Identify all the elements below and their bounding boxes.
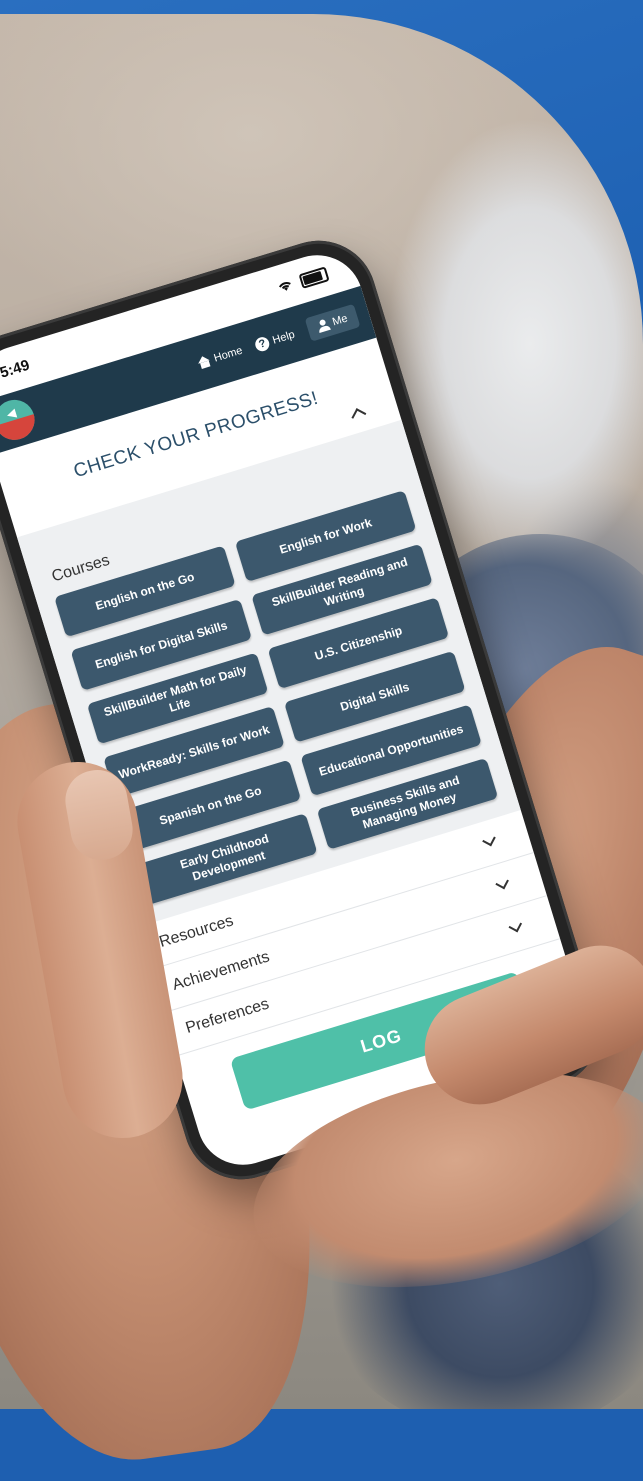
nav-help-label: Help xyxy=(271,328,297,347)
help-icon: ? xyxy=(253,335,272,353)
user-icon xyxy=(316,318,331,333)
app-logo[interactable]: ◀ xyxy=(0,394,40,445)
chevron-down-icon xyxy=(508,918,523,933)
chevron-up-icon[interactable] xyxy=(351,408,367,424)
preferences-label: Preferences xyxy=(183,995,272,1038)
nav-me-button[interactable]: Me xyxy=(304,303,361,342)
wifi-icon xyxy=(278,282,291,291)
status-icons xyxy=(275,265,330,296)
battery-icon xyxy=(298,265,330,289)
chevron-down-icon xyxy=(495,875,509,890)
home-icon xyxy=(196,354,212,369)
nav-help-link[interactable]: ? Help xyxy=(253,328,297,353)
nav-home-link[interactable]: Home xyxy=(196,345,244,370)
chevron-down-icon xyxy=(482,832,496,847)
resources-label: Resources xyxy=(157,912,236,951)
status-time: 5:49 xyxy=(0,356,32,382)
nav-me-label: Me xyxy=(331,312,350,329)
nav-home-label: Home xyxy=(212,344,245,365)
speaker-icon: ◀ xyxy=(4,405,18,422)
